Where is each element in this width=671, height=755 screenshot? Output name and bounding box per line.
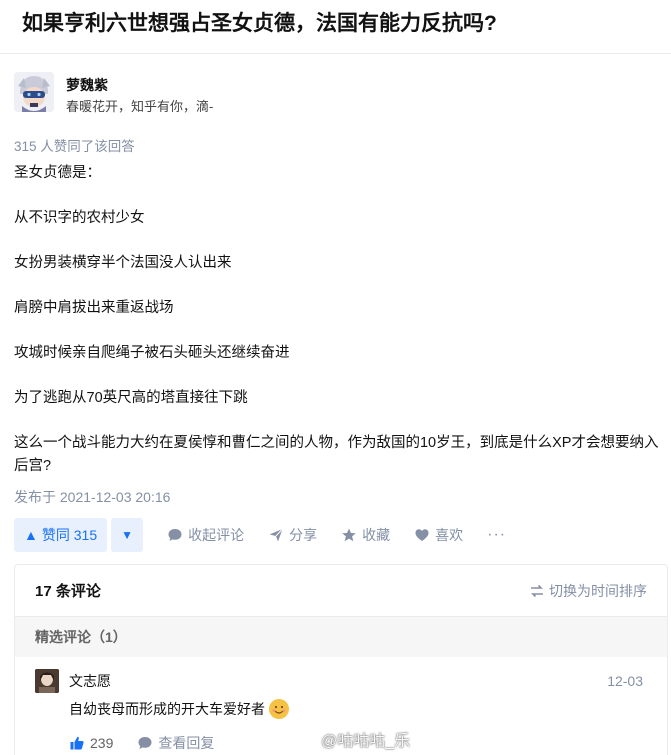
comment-date: 12-03	[607, 673, 643, 689]
thumbs-up-icon	[70, 736, 84, 750]
author-block: 萝魏紫 春暖花开，知乎有你，滴-	[14, 72, 213, 115]
swap-arrows-icon	[531, 584, 543, 597]
vote-up-label: 赞同 315	[41, 527, 98, 543]
triangle-down-icon: ▼	[121, 528, 134, 542]
avatar[interactable]	[35, 669, 59, 693]
favorite-button[interactable]: 收藏	[341, 525, 390, 545]
answer-paragraph: 为了逃跑从70英尺高的塔直接往下跳	[14, 390, 248, 406]
collapse-comments-label: 收起评论	[188, 527, 245, 543]
answer-paragraph: 从不识字的农村少女	[14, 210, 145, 226]
comment-text: 自幼丧母而形成的开大车爱好者	[69, 699, 647, 719]
answer-paragraph: 攻城时候亲自爬绳子被石头砸头还继续奋进	[14, 345, 290, 361]
author-name[interactable]: 萝魏紫	[66, 76, 213, 94]
comment-like-button[interactable]: 239	[69, 735, 113, 751]
answer-paragraph: 肩膀中肩拔出来重返战场	[14, 300, 174, 316]
share-button[interactable]: 分享	[268, 525, 317, 545]
vote-up-button[interactable]: ▲ 赞同 315	[14, 518, 108, 552]
comments-header: 17 条评论 切换为时间排序	[15, 565, 667, 617]
watermark-text: @咕咕咕_乐	[321, 733, 411, 750]
question-header: 如果亨利六世想强占圣女贞德，法国有能力反抗吗?	[0, 0, 671, 54]
comment-user: 文志愿	[35, 669, 647, 693]
view-replies-button[interactable]: 查看回复	[137, 733, 214, 753]
author-bio: 春暖花开，知乎有你，滴-	[66, 99, 214, 114]
collapse-comments-button[interactable]: 收起评论	[167, 525, 244, 545]
anime-avatar-icon[interactable]	[14, 72, 54, 112]
favorite-label: 收藏	[362, 527, 391, 543]
comment-bubble-icon	[168, 529, 182, 541]
view-replies-label: 查看回复	[158, 735, 215, 751]
comment-username[interactable]: 文志愿	[69, 671, 111, 691]
publish-time[interactable]: 发布于 2021-12-03 20:16	[14, 487, 170, 507]
weibo-logo-icon	[298, 732, 318, 747]
answer-content: 圣女贞德是： 从不识字的农村少女 女扮男装横穿半个法国没人认出来 肩膀中肩拔出来…	[14, 162, 664, 478]
comment-text-content: 自幼丧母而形成的开大车爱好者	[69, 701, 265, 717]
like-button[interactable]: 喜欢	[414, 525, 463, 545]
answer-paragraph: 这么一个战斗能力大约在夏侯惇和曹仁之间的人物，作为敌国的10岁王，到底是什么XP…	[14, 435, 659, 474]
voters-count[interactable]: 315 人赞同了该回答	[14, 135, 135, 155]
answer-paragraph: 圣女贞德是：	[14, 165, 101, 181]
comment-bubble-icon	[138, 737, 152, 749]
heart-icon	[415, 529, 429, 541]
author-info: 萝魏紫 春暖花开，知乎有你，滴-	[66, 76, 213, 115]
question-title[interactable]: 如果亨利六世想强占圣女贞德，法国有能力反抗吗?	[22, 10, 649, 38]
triangle-up-icon: ▲	[24, 527, 38, 543]
like-label: 喜欢	[435, 527, 464, 543]
more-options-button[interactable]: ···	[487, 526, 506, 544]
comment-like-count: 239	[90, 735, 114, 751]
featured-comments-label: 精选评论（1）	[15, 617, 667, 657]
sort-toggle-label: 切换为时间排序	[549, 582, 647, 599]
share-label: 分享	[289, 527, 318, 543]
answer-paragraph: 女扮男装横穿半个法国没人认出来	[14, 255, 232, 271]
vote-down-button[interactable]: ▼	[111, 518, 144, 552]
sort-toggle-button[interactable]: 切换为时间排序	[530, 581, 647, 601]
watermark: @咕咕咕_乐	[298, 727, 410, 751]
smile-emoji-icon	[269, 699, 289, 719]
paper-plane-icon	[269, 528, 283, 542]
answer-action-bar: ▲ 赞同 315 ▼ 收起评论 分享 收藏 喜欢 ···	[14, 518, 506, 552]
comment-count: 17 条评论	[35, 583, 101, 600]
star-icon	[342, 528, 356, 542]
